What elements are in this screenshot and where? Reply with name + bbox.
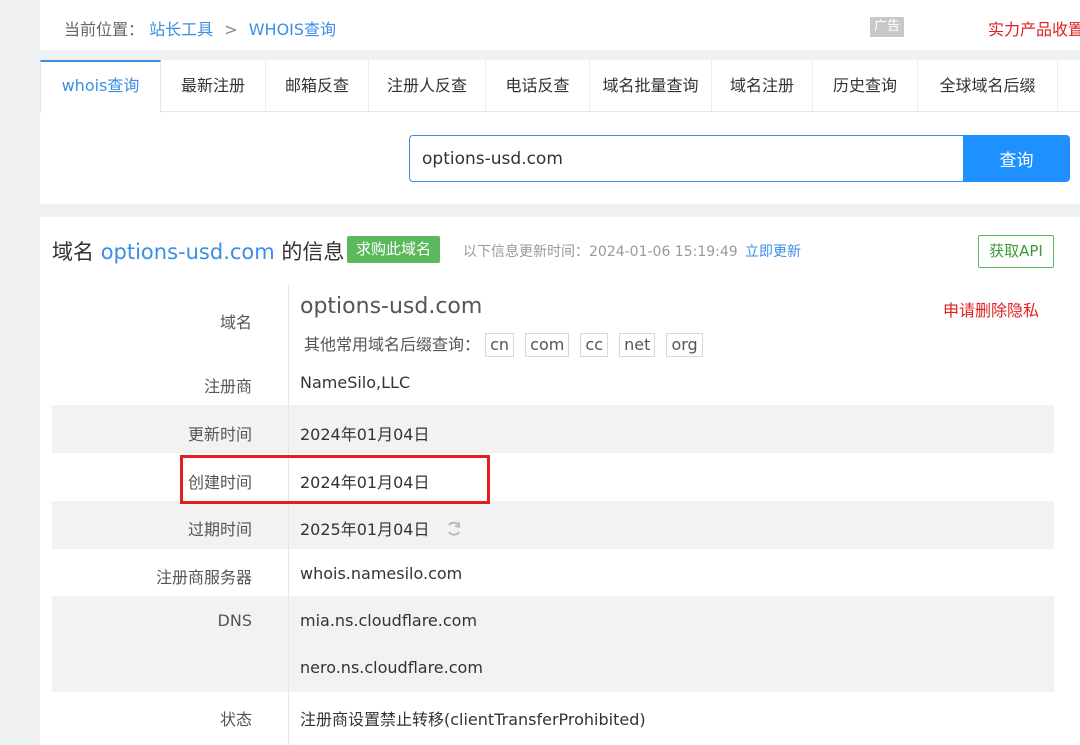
info-title-suffix: 的信息 xyxy=(281,240,345,264)
value-dns-2: nero.ns.cloudflare.com xyxy=(300,658,483,677)
suffix-net[interactable]: net xyxy=(619,333,656,357)
tab-history[interactable]: 历史查询 xyxy=(813,60,918,112)
suffix-label: 其他常用域名后缀查询： xyxy=(304,335,481,354)
suffix-org[interactable]: org xyxy=(666,333,703,357)
ad-badge: 广告 xyxy=(870,17,904,37)
delete-privacy-link[interactable]: 申请删除隐私 xyxy=(943,297,1039,321)
info-title-domain: options-usd.com xyxy=(100,240,275,264)
label-domain: 域名 xyxy=(219,313,252,332)
info-title-prefix: 域名 xyxy=(52,240,94,264)
tab-domain-register[interactable]: 域名注册 xyxy=(712,60,813,112)
suffix-com[interactable]: com xyxy=(525,333,570,357)
breadcrumb-link-tools[interactable]: 站长工具 xyxy=(149,20,213,39)
tab-registrant-reverse[interactable]: 注册人反查 xyxy=(369,60,486,112)
suffix-cc[interactable]: cc xyxy=(580,333,608,357)
tab-batch-query[interactable]: 域名批量查询 xyxy=(590,60,712,112)
value-domain: options-usd.com xyxy=(300,294,483,319)
breadcrumb-link-whois[interactable]: WHOIS查询 xyxy=(249,20,336,39)
refresh-now-link[interactable]: 立即更新 xyxy=(745,241,801,261)
column-divider xyxy=(288,284,289,745)
breadcrumb: 当前位置： 站长工具 > WHOIS查询 xyxy=(64,16,336,40)
whois-info-panel: 域名 options-usd.com 的信息 求购此域名 以下信息更新时间：20… xyxy=(40,217,1080,745)
value-status: 注册商设置禁止转移(clientTransferProhibited) xyxy=(300,710,646,729)
value-expires: 2025年01月04日 xyxy=(300,516,463,542)
value-dns-1: mia.ns.cloudflare.com xyxy=(300,611,478,630)
label-registrar: 注册商 xyxy=(203,377,252,396)
label-dns: DNS xyxy=(217,611,252,630)
value-registrar: NameSilo,LLC xyxy=(300,373,411,392)
value-updated: 2024年01月04日 xyxy=(300,425,430,444)
update-time-text: 以下信息更新时间：2024-01-06 15:19:49 xyxy=(463,244,738,260)
tab-bar: whois查询 最新注册 邮箱反查 注册人反查 电话反查 域名批量查询 域名注册… xyxy=(40,60,1080,113)
breadcrumb-separator: > xyxy=(224,20,238,39)
tab-latest-registered[interactable]: 最新注册 xyxy=(161,60,266,112)
search-input[interactable] xyxy=(409,135,964,182)
value-whois-server: whois.namesilo.com xyxy=(300,564,463,583)
label-status: 状态 xyxy=(219,710,252,729)
breadcrumb-prefix: 当前位置： xyxy=(64,20,145,39)
label-whois-server: 注册商服务器 xyxy=(155,568,252,587)
tab-whois[interactable]: whois查询 xyxy=(40,60,161,113)
breadcrumb-bar: 当前位置： 站长工具 > WHOIS查询 广告 实力产品收置 xyxy=(40,0,1080,50)
search-panel: whois查询 最新注册 邮箱反查 注册人反查 电话反查 域名批量查询 域名注册… xyxy=(40,60,1080,204)
ad-promo-link[interactable]: 实力产品收置 xyxy=(988,16,1080,40)
refresh-icon[interactable] xyxy=(445,520,463,542)
value-expires-text: 2025年01月04日 xyxy=(300,520,430,539)
buy-domain-button[interactable]: 求购此域名 xyxy=(347,236,441,263)
highlight-box xyxy=(180,455,490,504)
info-title: 域名 options-usd.com 的信息 xyxy=(52,236,344,266)
tab-phone-reverse[interactable]: 电话反查 xyxy=(486,60,590,112)
tab-global-suffix[interactable]: 全球域名后缀 xyxy=(918,60,1058,112)
label-expires: 过期时间 xyxy=(187,520,252,539)
suffix-query: 其他常用域名后缀查询： cn com cc net org xyxy=(304,331,709,357)
search-button[interactable]: 查询 xyxy=(963,135,1070,182)
tab-email-reverse[interactable]: 邮箱反查 xyxy=(266,60,369,112)
get-api-button[interactable]: 获取API xyxy=(978,235,1054,268)
suffix-cn[interactable]: cn xyxy=(485,333,515,357)
label-updated: 更新时间 xyxy=(187,425,252,444)
